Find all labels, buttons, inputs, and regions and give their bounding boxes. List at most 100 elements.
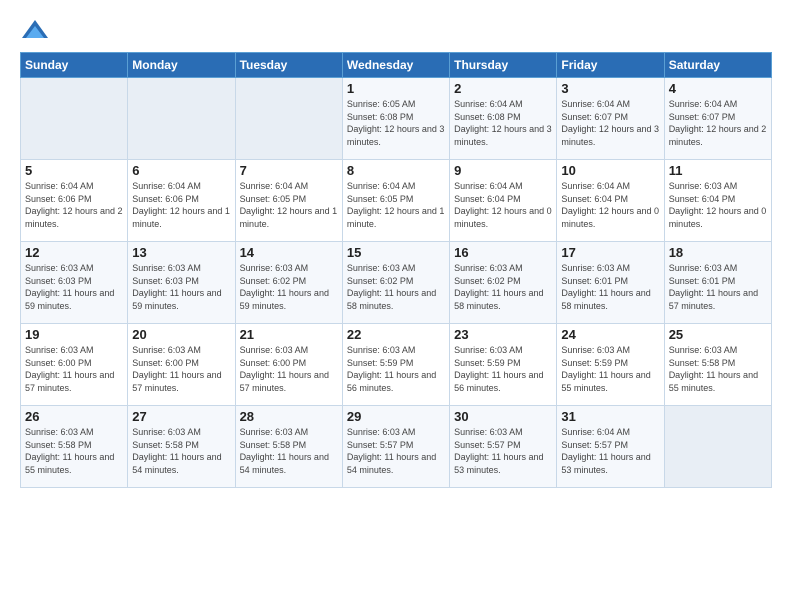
weekday-header-friday: Friday [557, 53, 664, 78]
day-number: 19 [25, 327, 123, 342]
day-info: Sunrise: 6:03 AM Sunset: 5:57 PM Dayligh… [347, 426, 445, 476]
calendar-week-row: 19 Sunrise: 6:03 AM Sunset: 6:00 PM Dayli… [21, 324, 772, 406]
day-number: 16 [454, 245, 552, 260]
calendar-cell: 27 Sunrise: 6:03 AM Sunset: 5:58 PM Dayli… [128, 406, 235, 488]
day-info: Sunrise: 6:04 AM Sunset: 6:07 PM Dayligh… [561, 98, 659, 148]
day-info: Sunrise: 6:03 AM Sunset: 6:02 PM Dayligh… [347, 262, 445, 312]
day-info: Sunrise: 6:04 AM Sunset: 6:05 PM Dayligh… [347, 180, 445, 230]
day-info: Sunrise: 6:03 AM Sunset: 6:03 PM Dayligh… [132, 262, 230, 312]
day-number: 22 [347, 327, 445, 342]
logo [20, 16, 54, 46]
calendar-cell: 9 Sunrise: 6:04 AM Sunset: 6:04 PM Daylig… [450, 160, 557, 242]
day-info: Sunrise: 6:03 AM Sunset: 6:00 PM Dayligh… [25, 344, 123, 394]
day-info: Sunrise: 6:04 AM Sunset: 6:06 PM Dayligh… [132, 180, 230, 230]
calendar-cell [664, 406, 771, 488]
calendar-cell: 18 Sunrise: 6:03 AM Sunset: 6:01 PM Dayli… [664, 242, 771, 324]
calendar-cell: 11 Sunrise: 6:03 AM Sunset: 6:04 PM Dayli… [664, 160, 771, 242]
day-info: Sunrise: 6:03 AM Sunset: 6:04 PM Dayligh… [669, 180, 767, 230]
day-number: 9 [454, 163, 552, 178]
weekday-header-monday: Monday [128, 53, 235, 78]
calendar-cell: 3Sunrise: 6:04 AM Sunset: 6:07 PM Daylig… [557, 78, 664, 160]
day-number: 20 [132, 327, 230, 342]
weekday-header-wednesday: Wednesday [342, 53, 449, 78]
day-number: 21 [240, 327, 338, 342]
day-number: 8 [347, 163, 445, 178]
page-container: SundayMondayTuesdayWednesdayThursdayFrid… [0, 0, 792, 612]
day-number: 11 [669, 163, 767, 178]
calendar-cell: 7 Sunrise: 6:04 AM Sunset: 6:05 PM Daylig… [235, 160, 342, 242]
calendar-week-row: 1 Sunrise: 6:05 AM Sunset: 6:08 PM Daylig… [21, 78, 772, 160]
day-number: 14 [240, 245, 338, 260]
day-info: Sunrise: 6:03 AM Sunset: 5:58 PM Dayligh… [25, 426, 123, 476]
day-number: 30 [454, 409, 552, 424]
calendar-cell: 17Sunrise: 6:03 AM Sunset: 6:01 PM Dayli… [557, 242, 664, 324]
day-number: 4 [669, 81, 767, 96]
calendar-cell [235, 78, 342, 160]
day-info: Sunrise: 6:03 AM Sunset: 6:00 PM Dayligh… [240, 344, 338, 394]
calendar-week-row: 26 Sunrise: 6:03 AM Sunset: 5:58 PM Dayli… [21, 406, 772, 488]
day-info: Sunrise: 6:03 AM Sunset: 5:58 PM Dayligh… [240, 426, 338, 476]
day-info: Sunrise: 6:04 AM Sunset: 6:05 PM Dayligh… [240, 180, 338, 230]
weekday-header-saturday: Saturday [664, 53, 771, 78]
day-number: 2 [454, 81, 552, 96]
calendar-cell: 23 Sunrise: 6:03 AM Sunset: 5:59 PM Dayli… [450, 324, 557, 406]
calendar-cell: 29 Sunrise: 6:03 AM Sunset: 5:57 PM Dayli… [342, 406, 449, 488]
calendar-cell: 10 Sunrise: 6:04 AM Sunset: 6:04 PM Dayli… [557, 160, 664, 242]
day-info: Sunrise: 6:05 AM Sunset: 6:08 PM Dayligh… [347, 98, 445, 148]
day-info: Sunrise: 6:03 AM Sunset: 5:58 PM Dayligh… [132, 426, 230, 476]
day-info: Sunrise: 6:03 AM Sunset: 5:59 PM Dayligh… [454, 344, 552, 394]
day-number: 10 [561, 163, 659, 178]
calendar-cell: 4 Sunrise: 6:04 AM Sunset: 6:07 PM Daylig… [664, 78, 771, 160]
day-number: 29 [347, 409, 445, 424]
day-info: Sunrise: 6:04 AM Sunset: 6:08 PM Dayligh… [454, 98, 552, 148]
calendar-cell: 26 Sunrise: 6:03 AM Sunset: 5:58 PM Dayli… [21, 406, 128, 488]
day-info: Sunrise: 6:03 AM Sunset: 6:00 PM Dayligh… [132, 344, 230, 394]
day-number: 25 [669, 327, 767, 342]
day-info: Sunrise: 6:03 AM Sunset: 5:59 PM Dayligh… [561, 344, 659, 394]
calendar-cell: 5Sunrise: 6:04 AM Sunset: 6:06 PM Daylig… [21, 160, 128, 242]
day-info: Sunrise: 6:04 AM Sunset: 6:07 PM Dayligh… [669, 98, 767, 148]
calendar-cell: 28 Sunrise: 6:03 AM Sunset: 5:58 PM Dayli… [235, 406, 342, 488]
day-info: Sunrise: 6:04 AM Sunset: 6:04 PM Dayligh… [561, 180, 659, 230]
day-info: Sunrise: 6:04 AM Sunset: 6:04 PM Dayligh… [454, 180, 552, 230]
calendar-cell: 21 Sunrise: 6:03 AM Sunset: 6:00 PM Dayli… [235, 324, 342, 406]
day-info: Sunrise: 6:03 AM Sunset: 6:02 PM Dayligh… [454, 262, 552, 312]
day-number: 26 [25, 409, 123, 424]
calendar-cell [21, 78, 128, 160]
calendar-week-row: 5Sunrise: 6:04 AM Sunset: 6:06 PM Daylig… [21, 160, 772, 242]
calendar-header-row: SundayMondayTuesdayWednesdayThursdayFrid… [21, 53, 772, 78]
calendar-cell: 15Sunrise: 6:03 AM Sunset: 6:02 PM Dayli… [342, 242, 449, 324]
day-info: Sunrise: 6:03 AM Sunset: 6:01 PM Dayligh… [669, 262, 767, 312]
day-number: 13 [132, 245, 230, 260]
day-number: 12 [25, 245, 123, 260]
day-number: 6 [132, 163, 230, 178]
day-number: 7 [240, 163, 338, 178]
calendar-cell: 8 Sunrise: 6:04 AM Sunset: 6:05 PM Daylig… [342, 160, 449, 242]
day-number: 24 [561, 327, 659, 342]
day-info: Sunrise: 6:03 AM Sunset: 5:58 PM Dayligh… [669, 344, 767, 394]
calendar-cell: 14 Sunrise: 6:03 AM Sunset: 6:02 PM Dayli… [235, 242, 342, 324]
calendar-cell: 31Sunrise: 6:04 AM Sunset: 5:57 PM Dayli… [557, 406, 664, 488]
calendar-cell [128, 78, 235, 160]
calendar-cell: 1 Sunrise: 6:05 AM Sunset: 6:08 PM Daylig… [342, 78, 449, 160]
weekday-header-sunday: Sunday [21, 53, 128, 78]
day-number: 27 [132, 409, 230, 424]
day-number: 1 [347, 81, 445, 96]
day-number: 18 [669, 245, 767, 260]
weekday-header-tuesday: Tuesday [235, 53, 342, 78]
calendar-cell: 24 Sunrise: 6:03 AM Sunset: 5:59 PM Dayli… [557, 324, 664, 406]
day-number: 23 [454, 327, 552, 342]
calendar-cell: 20 Sunrise: 6:03 AM Sunset: 6:00 PM Dayli… [128, 324, 235, 406]
calendar-cell: 16 Sunrise: 6:03 AM Sunset: 6:02 PM Dayli… [450, 242, 557, 324]
weekday-header-thursday: Thursday [450, 53, 557, 78]
day-info: Sunrise: 6:03 AM Sunset: 6:01 PM Dayligh… [561, 262, 659, 312]
day-info: Sunrise: 6:03 AM Sunset: 6:02 PM Dayligh… [240, 262, 338, 312]
calendar-week-row: 12 Sunrise: 6:03 AM Sunset: 6:03 PM Dayli… [21, 242, 772, 324]
top-section [20, 16, 772, 46]
day-info: Sunrise: 6:03 AM Sunset: 5:57 PM Dayligh… [454, 426, 552, 476]
day-number: 28 [240, 409, 338, 424]
calendar-table: SundayMondayTuesdayWednesdayThursdayFrid… [20, 52, 772, 488]
day-number: 31 [561, 409, 659, 424]
logo-icon [20, 16, 50, 46]
calendar-cell: 19 Sunrise: 6:03 AM Sunset: 6:00 PM Dayli… [21, 324, 128, 406]
